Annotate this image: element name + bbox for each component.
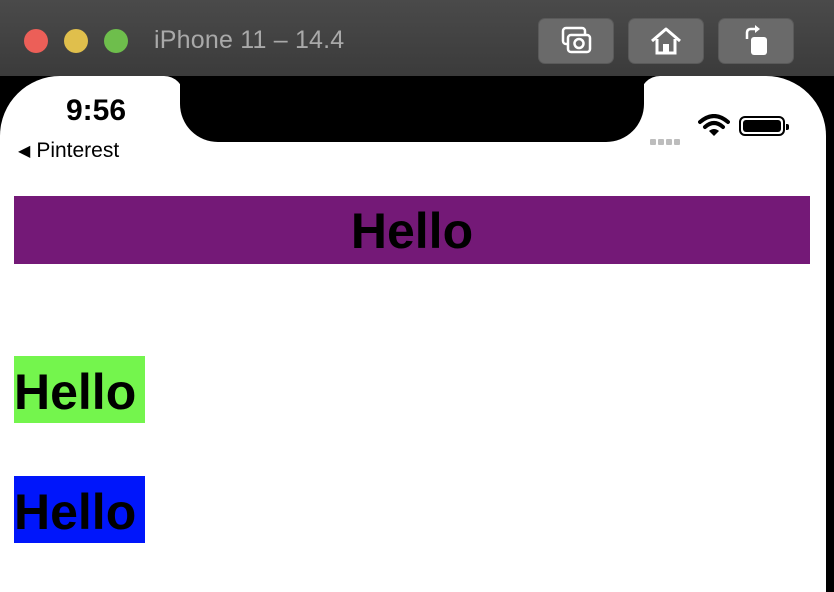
screenshot-button[interactable] (538, 18, 614, 64)
rotate-button[interactable] (718, 18, 794, 64)
minimize-window-button[interactable] (64, 29, 88, 53)
wifi-icon (698, 114, 730, 136)
home-icon (651, 27, 681, 55)
battery-icon (739, 116, 789, 136)
maximize-window-button[interactable] (104, 29, 128, 53)
hello-label-blue: Hello (14, 476, 145, 543)
camera-icon (561, 26, 592, 54)
hello-banner-purple: Hello (14, 196, 810, 264)
triangle-left-icon: ◀ (18, 143, 31, 160)
back-label: Pinterest (36, 139, 120, 162)
device-screen: 9:56 ◀ Pinterest Hello Hello Hello (0, 76, 826, 592)
close-window-button[interactable] (24, 29, 48, 53)
hello-label-green: Hello (14, 356, 145, 423)
cellular-signal-icon (650, 132, 682, 150)
back-to-app-link[interactable]: ◀ Pinterest (18, 139, 119, 163)
home-button[interactable] (628, 18, 704, 64)
device-notch (180, 76, 644, 142)
device-bezel-right (826, 76, 834, 592)
window-title: iPhone 11 – 14.4 (154, 26, 345, 54)
status-time: 9:56 (66, 94, 127, 127)
device-frame: 9:56 ◀ Pinterest Hello Hello Hello (0, 76, 834, 592)
rotate-icon (745, 25, 767, 55)
simulator-title-bar: iPhone 11 – 14.4 (0, 0, 834, 77)
